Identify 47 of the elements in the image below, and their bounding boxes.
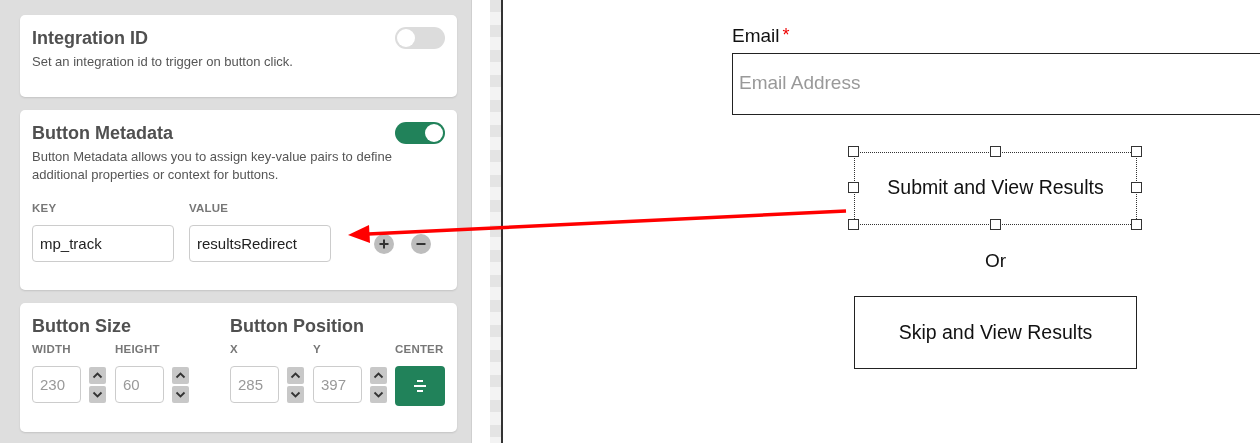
resize-handle[interactable] [1131, 145, 1142, 157]
chevron-down-icon[interactable] [370, 385, 387, 403]
align-center-button[interactable] [395, 366, 445, 407]
field-label: Email [732, 25, 780, 46]
remove-icon[interactable] [411, 233, 431, 254]
field-label: X [230, 342, 239, 357]
number-field[interactable]: 397 [313, 366, 362, 404]
number-field[interactable]: 230 [32, 366, 81, 404]
toggle-switch[interactable] [395, 122, 445, 144]
panel-title: Button Size [32, 315, 132, 337]
chevron-up-icon[interactable] [370, 366, 387, 384]
field-label: Y [313, 342, 322, 357]
email-field[interactable]: Email Address [732, 52, 1260, 115]
resize-handle[interactable] [848, 145, 859, 157]
value-field[interactable]: resultsRedirect [189, 225, 331, 263]
chevron-down-icon[interactable] [89, 385, 106, 403]
chevron-up-icon[interactable] [172, 366, 189, 384]
column-label: KEY [32, 201, 58, 216]
field-label: HEIGHT [115, 342, 161, 357]
key-field[interactable]: mp_track [32, 225, 174, 263]
resize-handle[interactable] [1131, 182, 1142, 193]
column-label: VALUE [189, 201, 229, 216]
resize-handle[interactable] [989, 145, 1001, 157]
field-label: WIDTH [32, 342, 72, 357]
resize-handle[interactable] [989, 218, 1001, 230]
panel-description: Button Metadata allows you to assign key-value pairs to define additional properties or context for buttons. [32, 148, 393, 184]
panel-title: Integration ID [32, 27, 148, 49]
align-center-icon[interactable] [412, 378, 428, 395]
form-button[interactable]: Skip and View Results [854, 296, 1137, 369]
resize-handle[interactable] [848, 182, 859, 193]
required-mark: * [782, 25, 790, 45]
field-label: CENTER [395, 342, 445, 357]
add-icon[interactable] [374, 233, 394, 254]
number-field[interactable]: 60 [115, 366, 164, 404]
chevron-up-icon[interactable] [89, 366, 106, 384]
panel-title: Button Position [230, 315, 365, 337]
toggle-switch[interactable] [395, 27, 445, 49]
form-button[interactable]: Submit and View Results [854, 151, 1137, 225]
panel-title: Button Metadata [32, 122, 173, 144]
number-field[interactable]: 285 [230, 366, 279, 404]
chevron-up-icon[interactable] [287, 366, 304, 384]
resize-handle[interactable] [848, 218, 859, 230]
chevron-down-icon[interactable] [172, 385, 189, 403]
chevron-down-icon[interactable] [287, 385, 304, 403]
panel-description: Set an integration id to trigger on button click. [32, 53, 294, 71]
separator-text: Or [983, 248, 1008, 273]
resize-handle[interactable] [1131, 218, 1142, 230]
